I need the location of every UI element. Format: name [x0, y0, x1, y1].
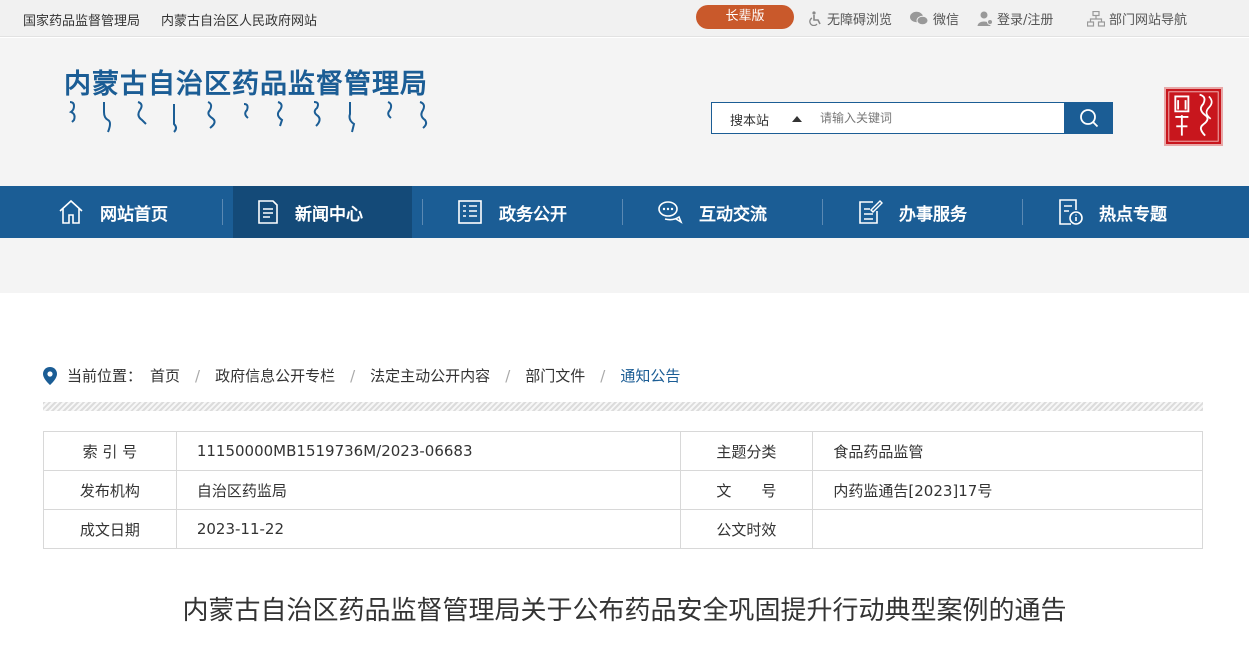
edit-icon: [859, 200, 883, 224]
index-value: 11150000MB1519736M/2023-06683: [175, 431, 681, 471]
login-label: 登录/注册: [997, 13, 1054, 28]
nav-interaction[interactable]: 互动交流: [657, 186, 817, 238]
nav-gov-affairs-label: 政务公开: [499, 204, 567, 225]
accessibility-icon: [809, 11, 821, 26]
table-row: 成文日期 2023-11-22 公文时效: [43, 509, 1203, 549]
nav-divider: [222, 199, 223, 225]
breadcrumb-prefix: 当前位置：: [67, 367, 143, 385]
topic-label: 主题分类: [679, 431, 814, 471]
hatched-divider: [43, 402, 1203, 411]
site-logo-text[interactable]: 内蒙古自治区药品监督管理局: [64, 62, 428, 101]
wechat-label: 微信: [933, 13, 960, 28]
validity-value: [812, 509, 1203, 549]
search-bar: 搜本站: [711, 102, 1113, 134]
banner-strip: [0, 238, 1249, 293]
nav-hot-topics-label: 热点专题: [1099, 204, 1167, 225]
chat-icon: [658, 201, 683, 224]
home-icon: [59, 199, 83, 224]
breadcrumb-separator: /: [600, 366, 606, 385]
link-nmg-gov[interactable]: 内蒙古自治区人民政府网站: [161, 10, 317, 29]
accessibility-link[interactable]: 无障碍浏览: [808, 9, 892, 28]
wechat-icon: [910, 11, 929, 26]
doc-number-value: 内药监通告[2023]17号: [812, 470, 1203, 510]
dept-nav-link[interactable]: 部门网站导航: [1087, 9, 1187, 28]
breadcrumb-home[interactable]: 首页: [150, 365, 180, 386]
link-nmpa[interactable]: 国家药品监督管理局: [23, 10, 140, 29]
site-header: 内蒙古自治区药品监督管理局 搜本站: [0, 38, 1249, 186]
breadcrumb-gov-info[interactable]: 政府信息公开专栏: [215, 365, 335, 386]
nav-home-label: 网站首页: [100, 204, 168, 225]
breadcrumb-separator: /: [505, 366, 511, 385]
elder-mode-button[interactable]: 长辈版: [696, 5, 794, 29]
login-link[interactable]: 登录/注册: [977, 9, 1053, 28]
document-title: 内蒙古自治区药品监督管理局关于公布药品安全巩固提升行动典型案例的通告: [182, 596, 1067, 626]
main-nav: 网站首页 新闻中心 政务公开 互动交流 办事服务 热点专题: [0, 186, 1249, 238]
breadcrumb-dept-docs[interactable]: 部门文件: [525, 365, 585, 386]
doc-number-label: 文 号: [679, 470, 814, 510]
nav-news-label: 新闻中心: [295, 204, 363, 225]
list-icon: [458, 200, 482, 224]
breadcrumb: 当前位置： 首页 / 政府信息公开专栏 / 法定主动公开内容 / 部门文件 / …: [43, 365, 680, 386]
nav-news[interactable]: 新闻中心: [233, 186, 412, 238]
table-row: 发布机构 自治区药监局 文 号 内药监通告[2023]17号: [43, 470, 1203, 510]
document-info-table: 索 引 号 11150000MB1519736M/2023-06683 主题分类…: [43, 431, 1203, 549]
nav-services[interactable]: 办事服务: [857, 186, 1017, 238]
table-row: 索 引 号 11150000MB1519736M/2023-06683 主题分类…: [43, 431, 1203, 471]
validity-label: 公文时效: [679, 509, 814, 549]
index-label: 索 引 号: [43, 431, 177, 471]
info-doc-icon: [1059, 199, 1083, 225]
publisher-label: 发布机构: [43, 470, 177, 510]
breadcrumb-separator: /: [195, 366, 201, 385]
nav-divider: [822, 199, 823, 225]
breadcrumb-notices[interactable]: 通知公告: [620, 365, 680, 386]
user-icon: [977, 11, 993, 26]
nei-menggu-seal-logo: [1164, 87, 1223, 146]
nav-home[interactable]: 网站首页: [58, 186, 218, 238]
nav-services-label: 办事服务: [899, 204, 967, 225]
publisher-value: 自治区药监局: [175, 470, 681, 510]
sitemap-icon: [1087, 10, 1105, 27]
nav-divider: [422, 199, 423, 225]
location-pin-icon: [43, 366, 57, 385]
date-value: 2023-11-22: [175, 509, 681, 549]
date-label: 成文日期: [43, 509, 177, 549]
search-input[interactable]: [820, 107, 1060, 129]
nav-divider: [622, 199, 623, 225]
caret-up-icon[interactable]: [792, 116, 802, 122]
dept-nav-label: 部门网站导航: [1109, 13, 1188, 28]
top-bar: 国家药品监督管理局 内蒙古自治区人民政府网站 长辈版 无障碍浏览 微信 登录/注…: [0, 0, 1249, 37]
document-icon: [258, 200, 278, 224]
nav-gov-affairs[interactable]: 政务公开: [457, 186, 617, 238]
nav-interaction-label: 互动交流: [699, 204, 767, 225]
accessibility-label: 无障碍浏览: [827, 13, 893, 28]
search-scope-select[interactable]: 搜本站: [730, 110, 769, 129]
nav-divider: [1022, 199, 1023, 225]
wechat-link[interactable]: 微信: [909, 9, 959, 28]
mongolian-script-logo: [68, 101, 428, 133]
nav-hot-topics[interactable]: 热点专题: [1057, 186, 1217, 238]
breadcrumb-statutory[interactable]: 法定主动公开内容: [370, 365, 490, 386]
topic-value: 食品药品监管: [812, 431, 1203, 471]
search-button[interactable]: [1064, 102, 1113, 134]
search-icon: [1079, 109, 1098, 128]
breadcrumb-separator: /: [350, 366, 356, 385]
